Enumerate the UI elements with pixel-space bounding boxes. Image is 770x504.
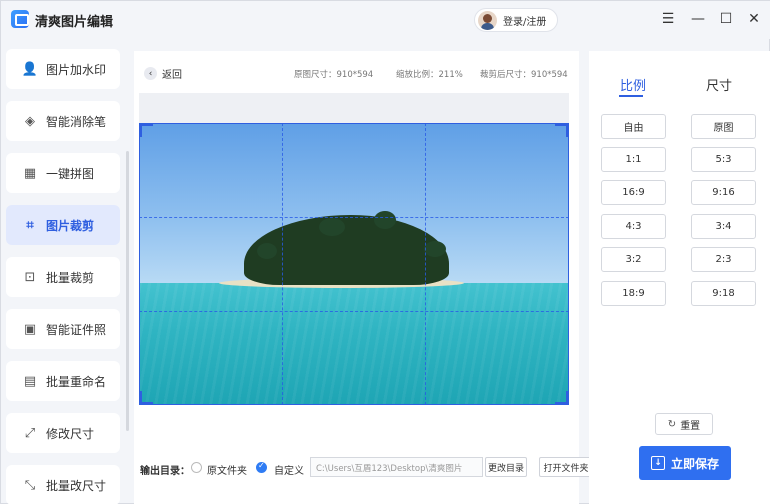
original-size-info: 原图尺寸：910*594: [294, 70, 374, 80]
person-icon: 👤: [21, 61, 39, 77]
ratio-button-9-18[interactable]: 9:18: [691, 281, 756, 306]
output-dir-label: 输出目录：: [140, 466, 190, 477]
change-dir-button[interactable]: 更改目录: [485, 457, 527, 477]
ratio-button-16-9[interactable]: 16:9: [601, 180, 666, 205]
back-button[interactable]: ‹ 返回: [144, 66, 182, 81]
login-label: 登录/注册: [503, 16, 547, 28]
sidebar-item-collage[interactable]: ▦ 一键拼图: [6, 153, 120, 193]
save-label: 立即保存: [670, 456, 719, 471]
cropped-size-info: 裁剪后尺寸：910*594: [480, 70, 568, 80]
editor-panel: ‹ 返回 原图尺寸：910*594 缩放比例：211% 裁剪后尺寸：910*59…: [134, 51, 593, 504]
app-logo-icon: [11, 10, 29, 28]
id-photo-icon: ▣: [23, 321, 37, 337]
tab-ratio[interactable]: 比例: [620, 75, 646, 94]
crop-handle-top-right[interactable]: [555, 123, 569, 137]
minimize-icon[interactable]: —: [689, 10, 707, 28]
ratio-button-5-3[interactable]: 5:3: [691, 147, 756, 172]
ratio-button-original[interactable]: 原图: [691, 114, 756, 139]
refresh-icon: ↻: [667, 418, 677, 430]
sidebar-item-id-photo[interactable]: ▣ 智能证件照: [6, 309, 120, 349]
batch-crop-icon: ⊡: [24, 269, 36, 285]
ratio-button-3-2[interactable]: 3:2: [601, 247, 666, 272]
tab-size[interactable]: 尺寸: [706, 75, 732, 94]
sidebar-item-watermark[interactable]: 👤 图片加水印: [6, 49, 120, 89]
ratio-button-4-3[interactable]: 4:3: [601, 214, 666, 239]
zoom-ratio-info: 缩放比例：211%: [396, 70, 463, 80]
sidebar-scrollbar[interactable]: [126, 151, 129, 431]
sidebar-item-label: 批量改尺寸: [46, 478, 107, 493]
crop-handle-bottom-left[interactable]: [139, 391, 153, 405]
crop-options-panel: 比例 尺寸 自由 1:1 16:9 4:3 3:2 18:9 原图 5:3 9:…: [589, 51, 770, 504]
ratio-button-3-4[interactable]: 3:4: [691, 214, 756, 239]
eraser-icon: ◈: [25, 113, 35, 129]
rename-icon: ▤: [23, 373, 37, 389]
crop-handle-top-left[interactable]: [139, 123, 153, 137]
sidebar-item-resize[interactable]: ⤢ 修改尺寸: [6, 413, 120, 453]
chevron-left-icon: ‹: [144, 67, 157, 80]
login-button[interactable]: 登录/注册: [474, 8, 558, 32]
open-folder-button[interactable]: 打开文件夹: [539, 457, 593, 477]
title-bar: 清爽图片编辑 登录/注册 ☰ — ☐ ✕: [1, 1, 770, 39]
crop-handle-bottom-right[interactable]: [555, 391, 569, 405]
sidebar: 👤 图片加水印 ◈ 智能消除笔 ▦ 一键拼图 ⌗ 图片裁剪 ⊡ 批量裁剪 ▣ 智…: [6, 49, 124, 504]
resize-icon: ⤢: [24, 425, 36, 441]
island-photo[interactable]: [139, 123, 569, 405]
radio-original-folder[interactable]: [191, 462, 202, 473]
radio-custom-folder-label: 自定义: [274, 466, 304, 477]
menu-icon[interactable]: ☰: [659, 10, 677, 28]
save-now-button[interactable]: ↓ 立即保存: [639, 446, 731, 480]
maximize-icon[interactable]: ☐: [717, 10, 735, 28]
sidebar-item-batch-rename[interactable]: ▤ 批量重命名: [6, 361, 120, 401]
sidebar-item-label: 智能消除笔: [46, 114, 107, 129]
output-path-field[interactable]: C:\Users\互盾123\Desktop\清爽图片: [310, 457, 483, 477]
sidebar-item-label: 图片裁剪: [46, 218, 95, 233]
sidebar-item-label: 批量裁剪: [46, 270, 95, 285]
sidebar-item-label: 批量重命名: [46, 374, 107, 389]
sidebar-item-label: 图片加水印: [46, 62, 107, 77]
sidebar-item-batch-resize[interactable]: ⤡ 批量改尺寸: [6, 465, 120, 504]
ratio-button-9-16[interactable]: 9:16: [691, 180, 756, 205]
crop-frame[interactable]: [139, 123, 569, 405]
ratio-button-1-1[interactable]: 1:1: [601, 147, 666, 172]
ratio-button-free[interactable]: 自由: [601, 114, 666, 139]
sidebar-item-crop[interactable]: ⌗ 图片裁剪: [6, 205, 120, 245]
back-label: 返回: [162, 70, 182, 81]
avatar: [478, 10, 497, 30]
sidebar-item-label: 智能证件照: [46, 322, 107, 337]
ratio-button-18-9[interactable]: 18:9: [601, 281, 666, 306]
image-canvas[interactable]: [139, 93, 569, 405]
crop-icon: ⌗: [26, 217, 34, 233]
app-window: 清爽图片编辑 登录/注册 ☰ — ☐ ✕ 👤 图片加水印 ◈ 智能消除笔 ▦ 一…: [0, 0, 770, 504]
ratio-button-2-3[interactable]: 2:3: [691, 247, 756, 272]
reset-button[interactable]: ↻ 重置: [655, 413, 713, 435]
radio-original-folder-label: 原文件夹: [207, 466, 247, 477]
sidebar-item-batch-crop[interactable]: ⊡ 批量裁剪: [6, 257, 120, 297]
close-icon[interactable]: ✕: [745, 10, 763, 28]
sidebar-item-label: 一键拼图: [46, 166, 95, 181]
sidebar-item-eraser[interactable]: ◈ 智能消除笔: [6, 101, 120, 141]
download-icon: ↓: [650, 456, 665, 470]
app-title: 清爽图片编辑: [35, 15, 114, 30]
sidebar-item-label: 修改尺寸: [46, 426, 95, 441]
radio-custom-folder[interactable]: [256, 461, 267, 473]
collage-icon: ▦: [23, 165, 37, 181]
batch-resize-icon: ⤡: [24, 477, 36, 493]
reset-label: 重置: [680, 420, 701, 432]
tab-ratio-underline: [619, 95, 643, 97]
